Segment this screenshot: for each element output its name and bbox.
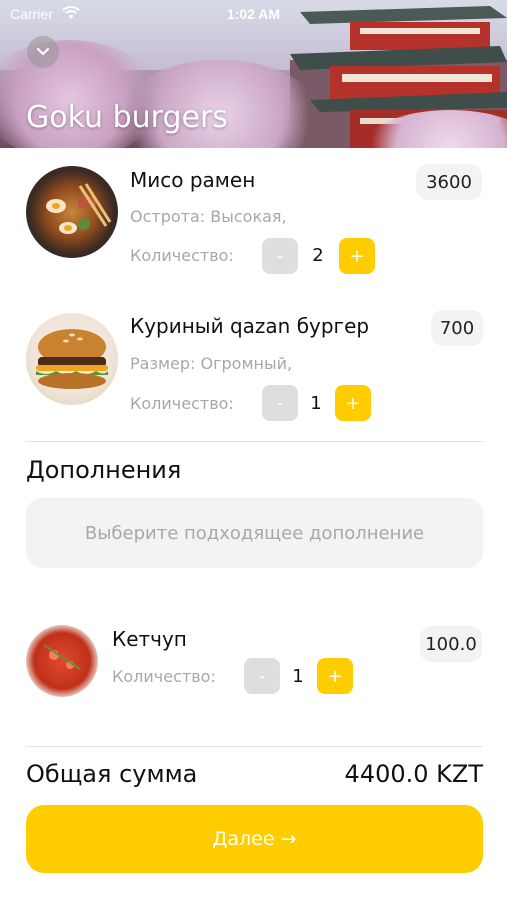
next-button[interactable]: Далее → bbox=[26, 805, 483, 873]
restaurant-title: Goku burgers bbox=[26, 100, 228, 135]
item-name: Куриный qazan бургер bbox=[130, 314, 370, 338]
header-banner: Carrier 1:02 AM Goku burgers bbox=[0, 0, 507, 148]
total-label: Общая сумма bbox=[26, 760, 198, 788]
section-divider bbox=[26, 441, 483, 442]
increase-quantity-button[interactable]: + bbox=[339, 238, 375, 274]
item-price: 3600 bbox=[416, 164, 482, 200]
item-name: Мисо рамен bbox=[130, 168, 256, 192]
back-button[interactable] bbox=[27, 36, 59, 68]
addon-price: 100.0 bbox=[420, 626, 482, 662]
increase-quantity-button[interactable]: + bbox=[317, 658, 353, 694]
quantity-value: 2 bbox=[312, 245, 324, 266]
addons-title: Дополнения bbox=[26, 456, 182, 484]
section-divider bbox=[26, 746, 483, 747]
quantity-value: 1 bbox=[292, 666, 304, 687]
decrease-quantity-button[interactable]: - bbox=[244, 658, 280, 694]
ramen-bowl-illustration bbox=[46, 183, 112, 234]
addon-name: Кетчуп bbox=[112, 627, 187, 651]
burger-illustration bbox=[36, 329, 108, 389]
item-option: Размер: Огромный, bbox=[130, 354, 293, 373]
quantity-label: Количество: bbox=[130, 394, 234, 413]
quantity-label: Количество: bbox=[112, 667, 216, 686]
status-time: 1:02 AM bbox=[226, 6, 281, 22]
decrease-quantity-button[interactable]: - bbox=[262, 385, 298, 421]
decrease-quantity-button[interactable]: - bbox=[262, 238, 298, 274]
item-image bbox=[26, 313, 118, 405]
item-price: 700 bbox=[431, 310, 483, 346]
item-image bbox=[26, 625, 98, 697]
item-image bbox=[26, 166, 118, 258]
chevron-down-icon bbox=[36, 47, 50, 56]
increase-quantity-button[interactable]: + bbox=[335, 385, 371, 421]
total-value: 4400.0 KZT bbox=[344, 760, 483, 788]
ketchup-illustration bbox=[43, 644, 81, 670]
quantity-label: Количество: bbox=[130, 246, 234, 265]
addon-select[interactable]: Выберите подходящее дополнение bbox=[26, 498, 483, 568]
status-bar: Carrier 1:02 AM bbox=[0, 0, 507, 28]
item-option: Острота: Высокая, bbox=[130, 207, 287, 226]
quantity-value: 1 bbox=[310, 393, 322, 414]
